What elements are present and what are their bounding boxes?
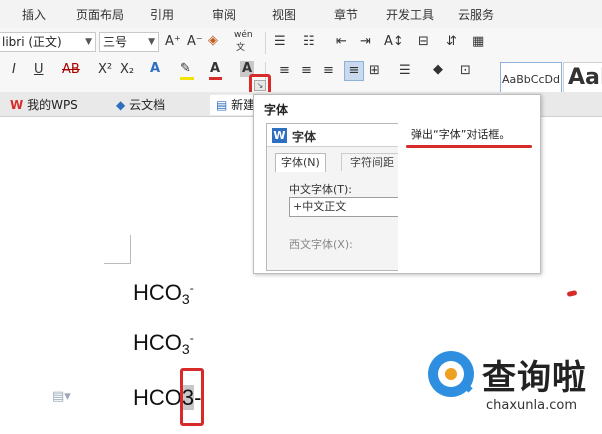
justify-icon[interactable]: ≡ xyxy=(344,61,364,81)
style-sample-text: AaBbCcDd xyxy=(502,73,560,86)
superscript-button[interactable]: X² xyxy=(98,62,112,78)
tab-font[interactable]: 字体(N) xyxy=(275,153,326,172)
formula-line-2: HCO3- xyxy=(133,330,194,357)
wps-writer-icon: W xyxy=(272,128,287,143)
font-name-value: libri (正文) xyxy=(2,35,62,49)
numbered-list-icon[interactable]: ☷ xyxy=(303,34,315,50)
menu-section[interactable]: 章节 xyxy=(334,6,358,23)
style-sample-text: AaB xyxy=(568,65,602,90)
watermark-brand: 查询啦 xyxy=(482,358,587,398)
menu-review[interactable]: 审阅 xyxy=(212,6,236,23)
formula-superscript: - xyxy=(189,281,194,295)
cn-font-input[interactable]: +中文正文 xyxy=(289,197,398,217)
formula-base: HCO xyxy=(133,280,182,305)
formula-subscript: 3 xyxy=(181,341,190,357)
shading-icon[interactable]: ◆ xyxy=(433,62,443,78)
tab-label: 我的WPS xyxy=(27,98,78,112)
cloud-cube-icon: ◆ xyxy=(116,98,126,112)
phonetic-guide-button[interactable]: wén xyxy=(234,30,253,40)
font-dialog-preview: 字体 W 字体 字体(N) 字符间距 中文字体(T): +中文正文 西文字体(X… xyxy=(253,94,541,274)
underline-button[interactable]: U xyxy=(34,62,44,78)
highlight-color-swatch xyxy=(180,77,194,80)
decrease-indent-icon[interactable]: ⇤ xyxy=(336,34,347,50)
font-name-select[interactable]: libri (正文) ▼ xyxy=(0,32,96,52)
line-spacing-icon[interactable]: ☰ xyxy=(399,63,411,79)
pen-mark xyxy=(566,290,578,297)
formula-base: HCO xyxy=(133,385,182,410)
formula-base: HCO xyxy=(133,330,182,355)
paragraph-layout-icon[interactable]: ▤▾ xyxy=(52,389,71,404)
annotation-underline xyxy=(406,145,532,148)
formula-superscript: - xyxy=(189,331,194,345)
menu-bar: 插入 页面布局 引用 审阅 视图 章节 开发工具 云服务 xyxy=(0,0,602,28)
highlight-annotation xyxy=(180,368,204,426)
cn-font-label: 中文字体(T): xyxy=(289,183,353,196)
font-color-swatch xyxy=(209,77,222,80)
text-direction-icon[interactable]: A↕ xyxy=(384,34,404,50)
strikethrough-button[interactable]: AB xyxy=(62,62,80,78)
grow-font-button[interactable]: A⁺ xyxy=(165,34,181,50)
table-border-icon[interactable]: ▦ xyxy=(472,34,484,50)
chinese-layout-icon[interactable]: ⊟ xyxy=(418,34,429,50)
distribute-icon[interactable]: ⊞ xyxy=(369,63,380,79)
menu-developer[interactable]: 开发工具 xyxy=(386,6,434,23)
ribbon-toolbar: libri (正文) ▼ 三号 ▼ A⁺ A⁻ ◈ wén 文 ☰ ☷ ⇤ ⇥ … xyxy=(0,28,602,114)
document-icon: ▤ xyxy=(216,98,228,112)
highlight-icon[interactable]: ✎ xyxy=(180,61,191,77)
text-effect-icon[interactable]: A xyxy=(150,61,160,77)
tab-label: 新建 xyxy=(231,98,256,112)
menu-references[interactable]: 引用 xyxy=(150,6,174,23)
font-size-value: 三号 xyxy=(103,35,128,49)
clear-format-icon[interactable]: ◈ xyxy=(208,33,218,49)
chevron-down-icon: ▼ xyxy=(148,37,155,47)
divider xyxy=(265,32,266,54)
magnifier-logo-icon xyxy=(428,351,474,397)
borders-icon[interactable]: ⊡ xyxy=(460,63,471,79)
popup-title: 字体 xyxy=(264,103,289,117)
increase-indent-icon[interactable]: ⇥ xyxy=(360,34,371,50)
align-right-icon[interactable]: ≡ xyxy=(323,63,334,79)
sort-icon[interactable]: ⇵ xyxy=(446,34,457,50)
align-center-icon[interactable]: ≡ xyxy=(301,63,312,79)
formula-line-1: HCO3- xyxy=(133,280,194,307)
menu-view[interactable]: 视图 xyxy=(272,6,296,23)
menu-cloud[interactable]: 云服务 xyxy=(458,6,494,23)
tab-my-wps[interactable]: W 我的WPS xyxy=(10,95,78,115)
dialog-title: 字体 xyxy=(292,130,317,144)
tab-char-spacing[interactable]: 字符间距 xyxy=(341,153,398,171)
tab-label: 云文档 xyxy=(129,98,166,112)
annotation-text: 弹出“字体”对话框。 xyxy=(411,128,511,141)
chevron-down-icon: ▼ xyxy=(85,37,92,47)
font-dialog: W 字体 字体(N) 字符间距 中文字体(T): +中文正文 西文字体(X): xyxy=(266,123,398,271)
menu-insert[interactable]: 插入 xyxy=(22,6,46,23)
subscript-button[interactable]: X₂ xyxy=(120,62,134,78)
italic-button[interactable]: I xyxy=(12,62,16,78)
formula-subscript: 3 xyxy=(181,291,190,307)
wps-logo-icon: W xyxy=(10,98,24,112)
margin-marker xyxy=(130,235,131,263)
west-font-label: 西文字体(X): xyxy=(289,238,353,251)
shrink-font-button[interactable]: A⁻ xyxy=(187,34,203,50)
font-color-button[interactable]: A xyxy=(210,61,220,77)
bullet-list-icon[interactable]: ☰ xyxy=(274,34,286,50)
tab-cloud-docs[interactable]: ◆ 云文档 xyxy=(116,95,165,115)
phonetic-icon: 文 xyxy=(236,43,246,53)
font-size-select[interactable]: 三号 ▼ xyxy=(99,32,159,52)
margin-marker xyxy=(104,263,131,264)
watermark-url: chaxunla.com xyxy=(486,398,577,413)
menu-page-layout[interactable]: 页面布局 xyxy=(76,6,124,23)
align-left-icon[interactable]: ≡ xyxy=(279,63,290,79)
